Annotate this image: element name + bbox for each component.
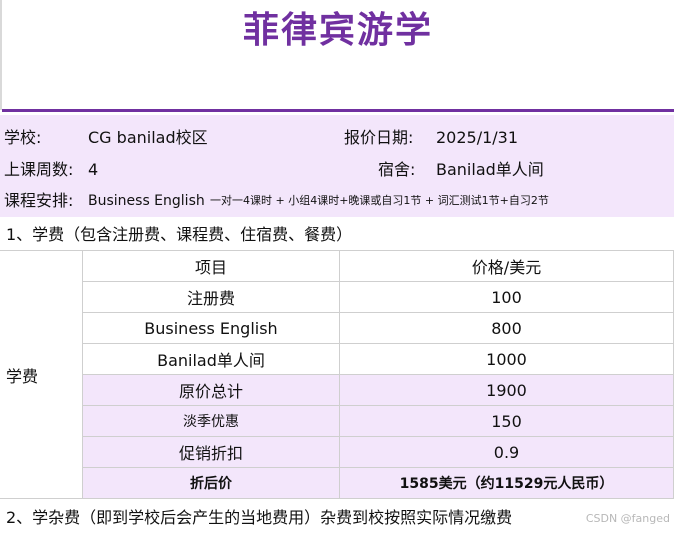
row-item: Banilad单人间 — [82, 343, 340, 375]
row-price: 1000 — [339, 343, 674, 375]
row-price: 100 — [339, 281, 674, 313]
row-item: 注册费 — [82, 281, 340, 313]
row-price: 0.9 — [339, 436, 674, 468]
info-row-weeks: 上课周数: 4 宿舍: Banilad单人间 — [0, 155, 674, 185]
fee-table-header: 学费 项目 价格/美元 — [0, 250, 674, 499]
table-row: 促销折扣 0.9 — [0, 436, 674, 468]
dorm-label: 宿舍: — [378, 160, 416, 179]
table-row: Business English 800 — [0, 312, 674, 344]
weeks-value: 4 — [88, 160, 99, 179]
row-item: 原价总计 — [82, 374, 340, 406]
row-item: 促销折扣 — [82, 436, 340, 468]
info-panel: 学校: CG banilad校区 报价日期: 2025/1/31 上课周数: 4… — [0, 115, 674, 217]
quote-date-label: 报价日期: — [344, 128, 414, 147]
page-title: 菲律宾游学 — [242, 10, 433, 51]
section-2-heading: 2、学杂费（即到学校后会产生的当地费用）杂费到校按照实际情况缴费 — [6, 508, 513, 527]
course-value: Business English — [88, 193, 205, 209]
row-price: 150 — [339, 405, 674, 437]
section-1-heading: 1、学费（包含注册费、课程费、住宿费、餐费） — [6, 225, 353, 244]
info-row-course: 课程安排: Business English 一对一4课时 + 小组4课时+晚课… — [0, 186, 674, 216]
school-label: 学校: — [4, 128, 42, 147]
weeks-label: 上课周数: — [4, 160, 74, 179]
row-item: Business English — [82, 312, 340, 344]
table-row: 原价总计 1900 — [0, 374, 674, 406]
table-row-total: 折后价 1585美元（约11529元人民币） — [0, 467, 674, 499]
row-price: 800 — [339, 312, 674, 344]
fee-side-label: 学费 — [0, 250, 83, 499]
row-item: 折后价 — [82, 467, 340, 499]
watermark: CSDN @fanged — [585, 512, 670, 525]
course-label: 课程安排: — [4, 191, 74, 210]
quote-date-value: 2025/1/31 — [436, 128, 519, 147]
dorm-value: Banilad单人间 — [436, 160, 544, 179]
row-price: 1585美元（约11529元人民币） — [339, 467, 674, 499]
row-item: 淡季优惠 — [82, 405, 340, 437]
table-row: 注册费 100 — [0, 281, 674, 313]
title-divider — [2, 109, 674, 112]
info-row-school: 学校: CG banilad校区 报价日期: 2025/1/31 — [0, 123, 674, 153]
course-detail: 一对一4课时 + 小组4课时+晚课或自习1节 + 词汇测试1节+自习2节 — [210, 194, 549, 207]
table-row: Banilad单人间 1000 — [0, 343, 674, 375]
header-price: 价格/美元 — [339, 250, 674, 282]
fee-table: 学费 项目 价格/美元 注册费 100 Business English 800… — [0, 250, 674, 499]
table-row: 淡季优惠 150 — [0, 405, 674, 437]
school-value: CG banilad校区 — [88, 128, 208, 147]
header-item: 项目 — [82, 250, 340, 282]
row-price: 1900 — [339, 374, 674, 406]
